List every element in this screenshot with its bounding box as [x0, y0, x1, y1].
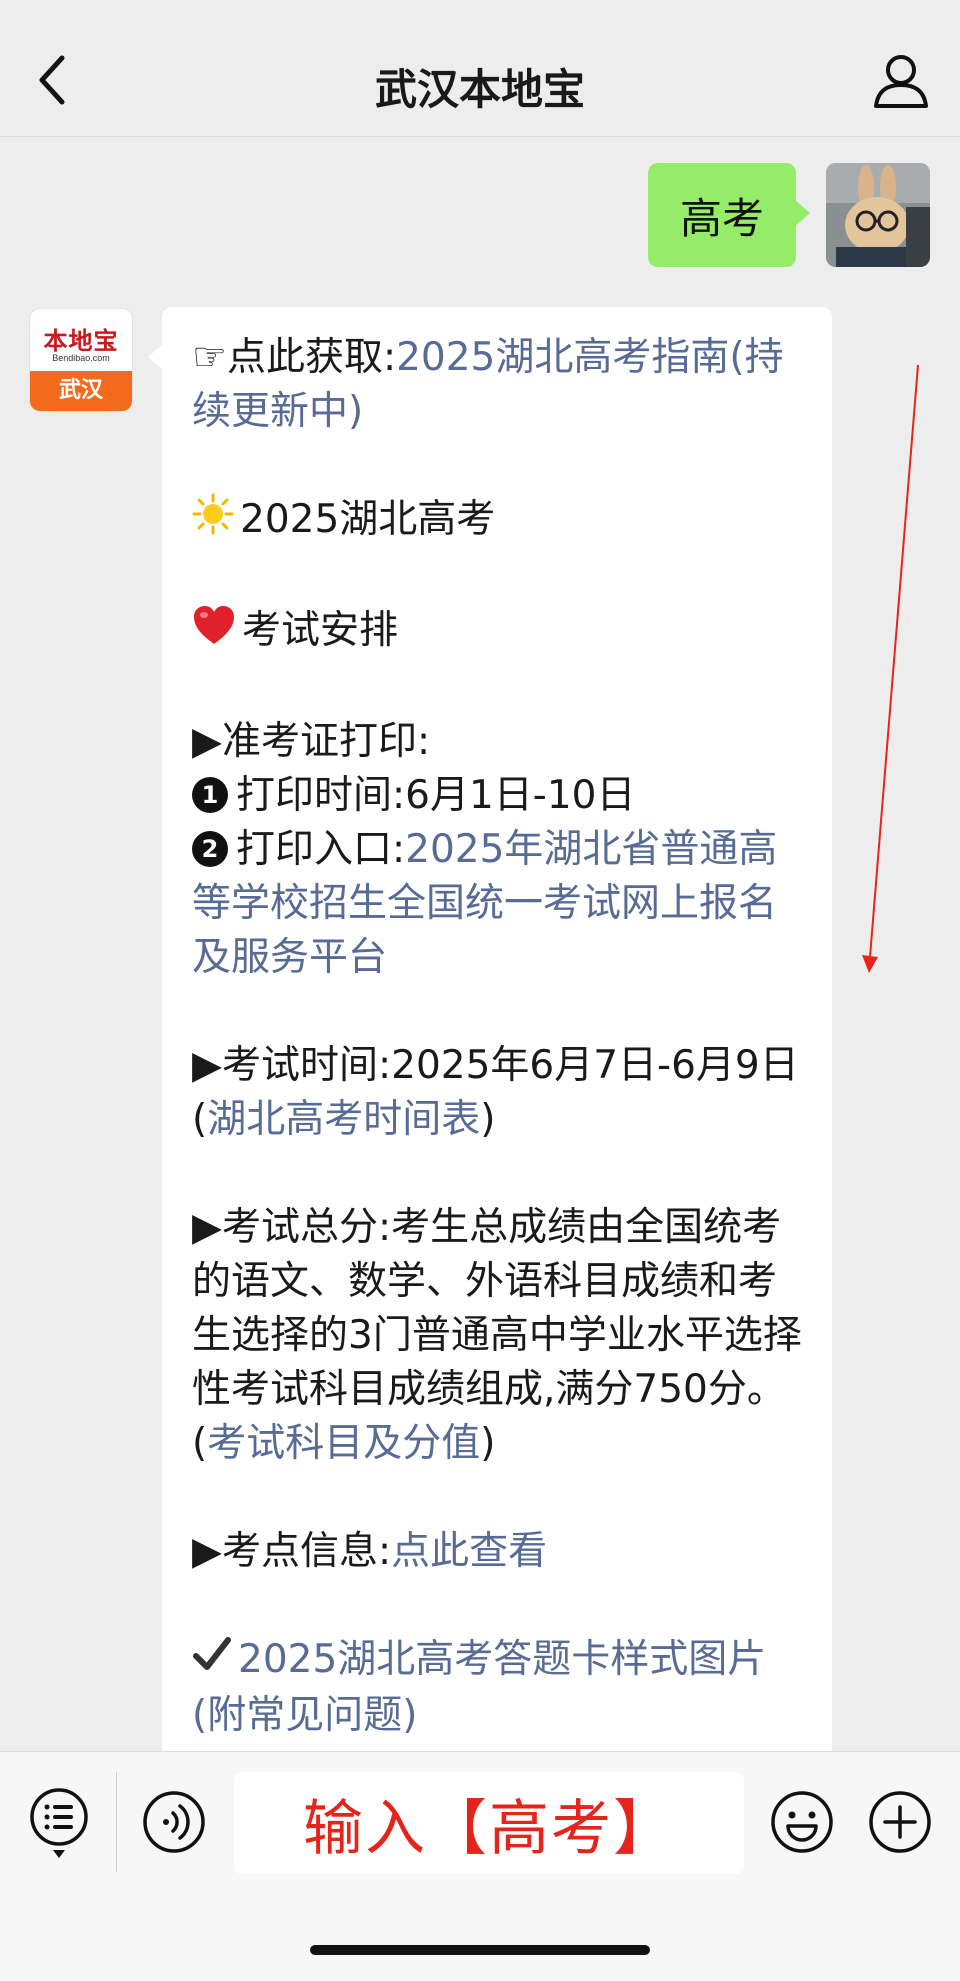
profile-button[interactable] [870, 50, 932, 112]
message-input[interactable]: 输入【高考】 [234, 1772, 744, 1874]
emoji-button[interactable] [770, 1790, 834, 1854]
chat-title: 武汉本地宝 [374, 65, 585, 114]
input-annotation-text: 输入【高考】 [303, 1793, 675, 1864]
annotation-arrow-icon [862, 364, 919, 973]
smiley-icon [771, 1791, 833, 1853]
home-indicator[interactable] [310, 1945, 650, 1955]
plus-icon [869, 1791, 931, 1853]
person-icon [874, 55, 928, 108]
more-button[interactable] [868, 1790, 932, 1854]
menu-button[interactable] [28, 1786, 90, 1862]
chat-area[interactable]: 高考 本地宝 Bendibao.com 武汉 ☞点此获取:2025湖北高考指南(… [0, 137, 960, 1751]
divider [116, 1772, 117, 1872]
voice-icon [143, 1791, 205, 1853]
input-bar: 输入【高考】 [0, 1751, 960, 1981]
list-menu-icon [30, 1788, 88, 1858]
chat-header: 武汉本地宝 [0, 0, 960, 137]
voice-button[interactable] [142, 1790, 206, 1854]
